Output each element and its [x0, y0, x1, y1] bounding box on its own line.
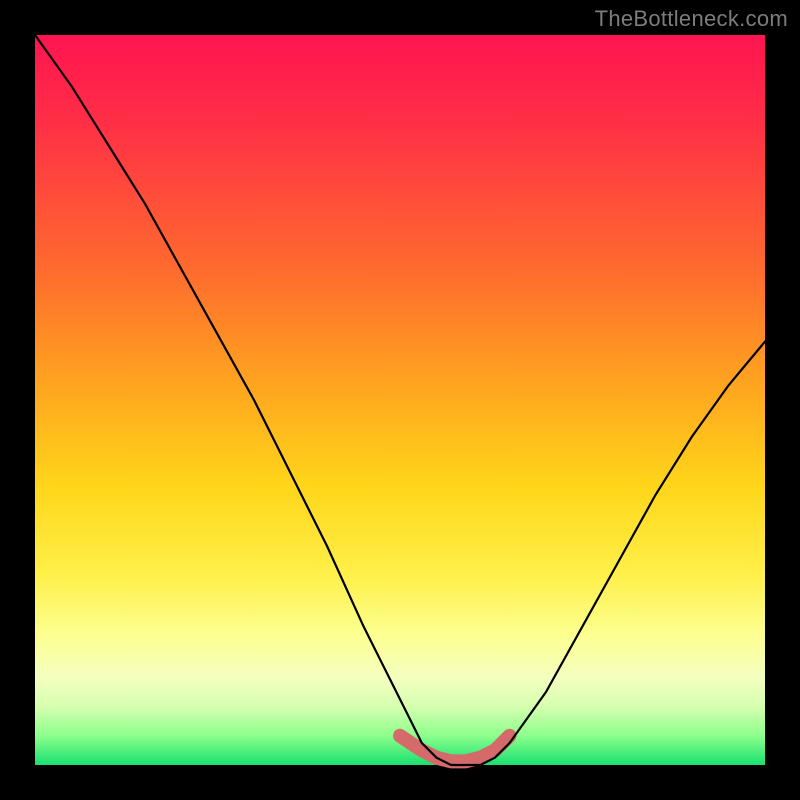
- curve-svg: [35, 35, 765, 765]
- bottleneck-curve-line: [35, 35, 765, 765]
- watermark-text: TheBottleneck.com: [595, 6, 788, 32]
- plot-area: [35, 35, 765, 765]
- chart-frame: TheBottleneck.com: [0, 0, 800, 800]
